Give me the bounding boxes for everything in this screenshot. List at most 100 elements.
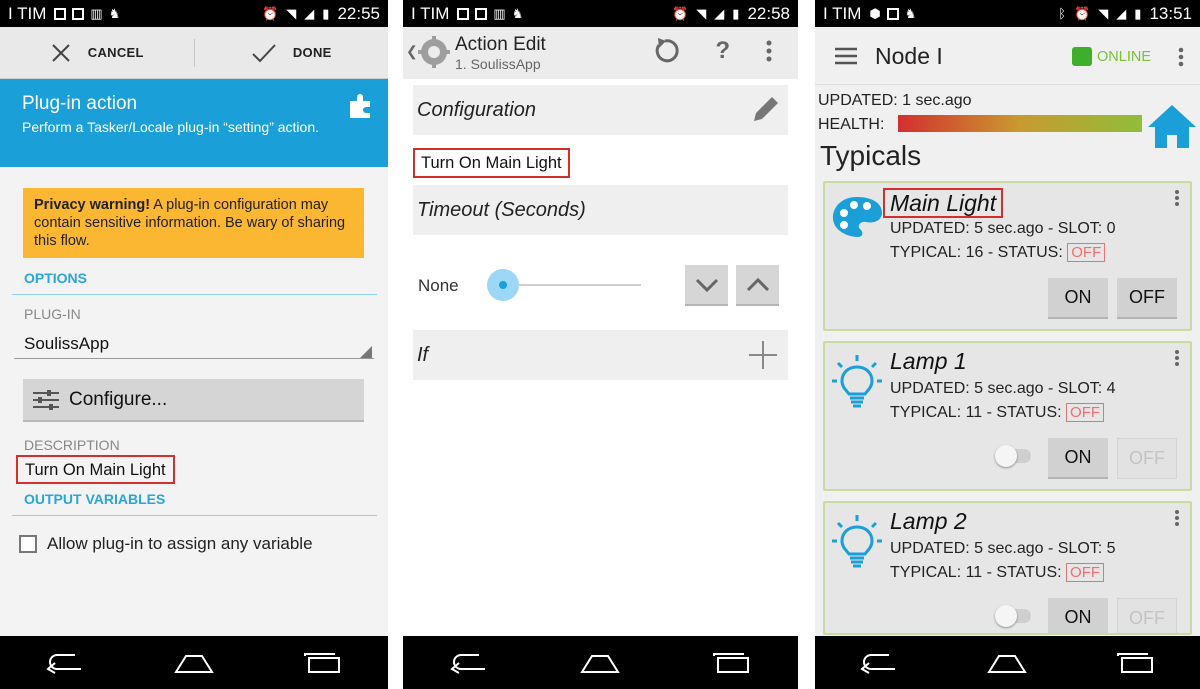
power-toggle[interactable] xyxy=(995,445,1031,467)
timeout-slider-track[interactable] xyxy=(501,284,641,286)
home-icon[interactable] xyxy=(174,652,214,674)
status-bar: I TIM ⬢ ♞ ᛒ ⏰ ◥ ◢ ▮ 13:51 xyxy=(815,0,1200,27)
more-options-icon[interactable] xyxy=(1174,189,1180,207)
cancel-button[interactable]: CANCEL xyxy=(0,42,194,64)
close-icon xyxy=(52,43,70,62)
allow-variables-checkbox[interactable] xyxy=(19,535,37,553)
spinner-underline xyxy=(14,358,374,359)
plugin-spinner[interactable]: SoulissApp xyxy=(24,334,109,354)
done-label: DONE xyxy=(292,45,332,60)
health-label: HEALTH: xyxy=(818,116,885,133)
status-bar: I TIM ▥ ♞ ⏰ ◥ ◢ ▮ 22:58 xyxy=(403,0,798,27)
alarm-icon: ⏰ xyxy=(672,5,689,21)
clock: 22:55 xyxy=(337,3,380,23)
increment-button[interactable] xyxy=(736,265,779,306)
off-button[interactable]: OFF xyxy=(1117,278,1177,319)
mail-notification-icon xyxy=(72,7,85,20)
divider xyxy=(12,515,377,516)
configure-button[interactable]: Configure... xyxy=(23,379,364,422)
cancel-label: CANCEL xyxy=(87,45,144,60)
typical-updated: UPDATED: 5 sec.ago - SLOT: 0 xyxy=(890,220,1116,237)
up-caret-icon[interactable]: ❮ xyxy=(406,43,418,60)
carrier-label: I TIM xyxy=(411,3,450,23)
battery-icon: ▮ xyxy=(322,5,330,21)
decrement-button[interactable] xyxy=(685,265,728,306)
recents-icon[interactable] xyxy=(712,652,752,674)
add-icon[interactable] xyxy=(748,340,778,370)
status-badge: OFF xyxy=(1066,563,1105,582)
on-button[interactable]: ON xyxy=(1048,438,1108,479)
barcode-notification-icon: ▥ xyxy=(90,5,103,21)
clock: 13:51 xyxy=(1149,3,1192,23)
home-icon[interactable] xyxy=(580,652,621,674)
configuration-label: Configuration xyxy=(417,98,536,121)
power-toggle[interactable] xyxy=(995,605,1031,627)
undo-icon[interactable] xyxy=(653,37,679,65)
home-icon[interactable] xyxy=(1146,103,1198,149)
lightbulb-icon xyxy=(832,515,882,568)
back-icon[interactable] xyxy=(859,651,899,675)
configure-label: Configure... xyxy=(69,388,168,410)
timeout-label: Timeout (Seconds) xyxy=(417,198,586,221)
typical-card: Lamp 1 UPDATED: 5 sec.ago - SLOT: 4 TYPI… xyxy=(823,341,1192,491)
sliders-icon xyxy=(33,389,59,410)
output-variables-heading: OUTPUT VARIABLES xyxy=(24,491,166,507)
action-edit-screen: I TIM ▥ ♞ ⏰ ◥ ◢ ▮ 22:58 ❮ Action Edit 1.… xyxy=(403,0,798,689)
action-bar: ❮ Action Edit 1. SoulissApp ? xyxy=(403,27,798,79)
action-bar: Node I ONLINE xyxy=(815,27,1200,85)
timeout-slider-thumb[interactable] xyxy=(487,269,519,301)
app-logo-icon[interactable] xyxy=(417,35,451,69)
timeout-section: Timeout (Seconds) xyxy=(413,185,788,235)
animal-notification-icon: ♞ xyxy=(108,5,121,21)
header-title: Plug-in action xyxy=(22,93,138,114)
alarm-icon: ⏰ xyxy=(1074,5,1091,21)
chevron-down-icon xyxy=(695,278,718,292)
nav-bar xyxy=(403,636,798,689)
typical-updated: UPDATED: 5 sec.ago - SLOT: 5 xyxy=(890,540,1116,557)
off-button[interactable]: OFF xyxy=(1117,598,1177,633)
if-section[interactable]: If xyxy=(413,330,788,380)
on-button[interactable]: ON xyxy=(1048,598,1108,633)
on-button[interactable]: ON xyxy=(1048,278,1108,319)
signal-icon: ◢ xyxy=(1116,5,1127,21)
node-updated: UPDATED: 1 sec.ago xyxy=(818,92,972,109)
done-button[interactable]: DONE xyxy=(195,42,389,64)
configuration-section[interactable]: Configuration xyxy=(413,85,788,135)
more-options-icon[interactable] xyxy=(766,39,772,63)
more-options-icon[interactable] xyxy=(1178,47,1184,67)
more-options-icon[interactable] xyxy=(1174,509,1180,527)
nav-bar xyxy=(0,636,388,689)
carrier-label: I TIM xyxy=(8,3,47,23)
recents-icon[interactable] xyxy=(303,652,343,674)
typical-info: TYPICAL: 11 - STATUS: xyxy=(890,404,1062,421)
description-field[interactable]: Turn On Main Light xyxy=(16,455,175,484)
options-heading: OPTIONS xyxy=(24,270,88,286)
chevron-up-icon xyxy=(746,277,769,291)
bluetooth-icon: ᛒ xyxy=(1058,6,1067,21)
status-badge: OFF xyxy=(1066,403,1105,422)
menu-icon[interactable] xyxy=(835,47,857,65)
back-icon[interactable] xyxy=(449,651,489,675)
typical-card: Main Light UPDATED: 5 sec.ago - SLOT: 0 … xyxy=(823,181,1192,331)
home-icon[interactable] xyxy=(987,652,1028,674)
barcode-notification-icon: ▥ xyxy=(493,5,506,21)
status-badge: OFF xyxy=(1067,243,1106,262)
back-icon[interactable] xyxy=(45,651,85,675)
help-icon[interactable]: ? xyxy=(715,37,730,65)
off-button[interactable]: OFF xyxy=(1117,438,1177,479)
edit-pencil-icon[interactable] xyxy=(750,95,780,125)
warning-title: Privacy warning! xyxy=(34,197,151,213)
more-options-icon[interactable] xyxy=(1174,349,1180,367)
header-description: Perform a Tasker/Locale plug-in “setting… xyxy=(22,119,319,135)
allow-variables-checkbox-row[interactable]: Allow plug-in to assign any variable xyxy=(19,534,313,554)
image-notification-icon xyxy=(457,7,470,20)
recents-icon[interactable] xyxy=(1116,652,1156,674)
typical-info: TYPICAL: 11 - STATUS: xyxy=(890,564,1062,581)
wifi-icon: ◥ xyxy=(696,5,707,21)
online-indicator-icon xyxy=(1072,47,1092,66)
tasker-plugin-action-screen: I TIM ▥ ♞ ⏰ ◥ ◢ ▮ 22:55 CANCEL DONE Plug… xyxy=(0,0,388,689)
screen-subtitle: 1. SoulissApp xyxy=(455,56,541,72)
wifi-icon: ◥ xyxy=(286,5,297,21)
typical-name: Main Light xyxy=(883,188,1004,218)
node-title: Node I xyxy=(875,43,943,69)
